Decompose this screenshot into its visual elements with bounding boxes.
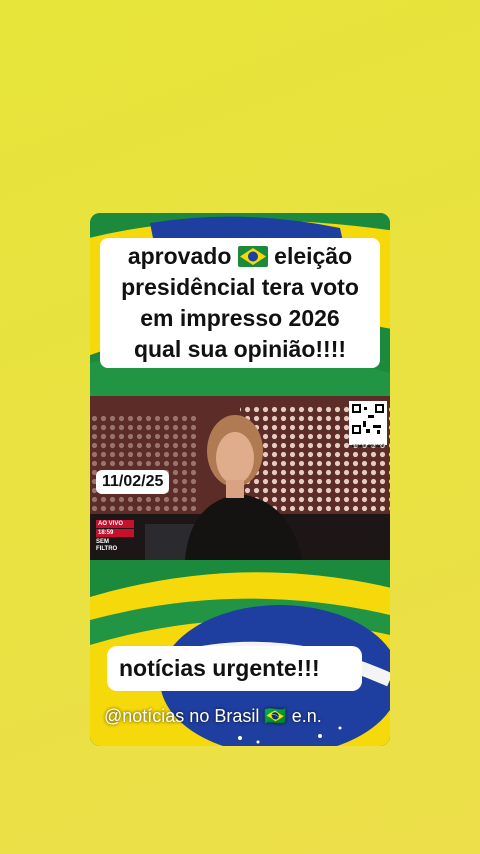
live-badge: AO VIVO [96,520,134,528]
urgent-news-banner: notícias urgente!!! [107,646,362,691]
brazil-flag-icon [237,246,268,267]
caption-line2: presidêncial tera voto [121,274,359,300]
channel-watermark: @notícias no Brasil 🇧🇷 e.n. [104,706,322,726]
news-video-frame[interactable]: ASSINE CRUSOÉ 11/02/25 AO VIVO 18:59 SEM… [90,396,390,560]
caption-line3: em impresso 2026 [140,305,340,331]
qr-label: ASSINE CRUSOÉ [351,443,385,448]
program-name: SEM FILTRO [96,539,118,552]
qr-code-icon: ASSINE CRUSOÉ [349,401,387,448]
caption-line1-a: aprovado [127,243,232,269]
headline-caption: aprovado eleição presidêncial tera voto … [100,238,380,368]
video-post-card[interactable]: aprovado eleição presidêncial tera voto … [90,213,390,746]
date-label: 11/02/25 [96,470,170,494]
caption-line1-b: eleição [274,243,353,269]
caption-line4: qual sua opinião!!!! [133,336,347,362]
broadcast-time: 18:59 [96,529,134,537]
